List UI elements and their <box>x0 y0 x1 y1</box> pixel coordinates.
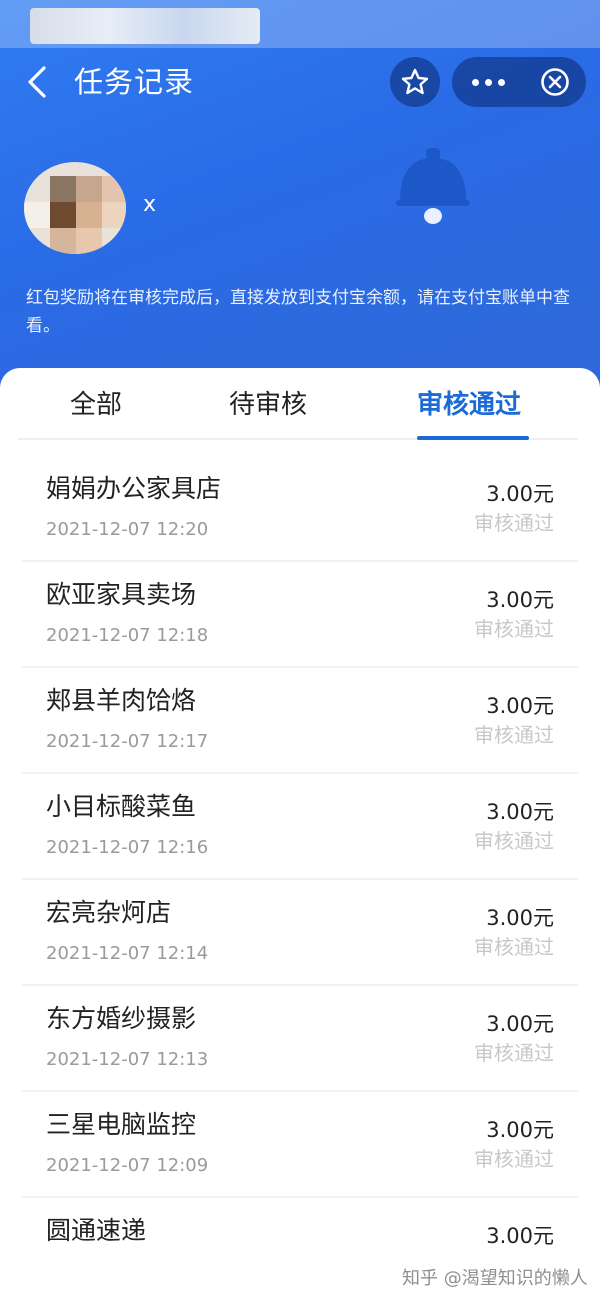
status-label: 审核通过 <box>474 617 554 641</box>
record-row[interactable]: 东方婚纱摄影 2021-12-07 12:13 3.00元 审核通过 <box>22 986 578 1092</box>
shop-name: 欧亚家具卖场 <box>46 580 197 609</box>
close-circle-icon <box>541 68 569 96</box>
reward-amount: 3.00元 <box>486 906 554 930</box>
tab-all[interactable]: 全部 <box>70 388 122 422</box>
tab-approved[interactable]: 审核通过 <box>417 388 521 422</box>
reward-amount: 3.00元 <box>486 694 554 718</box>
reward-amount: 3.00元 <box>486 1118 554 1142</box>
reward-amount: 3.00元 <box>486 800 554 824</box>
mini-app-capsule <box>452 57 586 107</box>
tab-pending[interactable]: 待审核 <box>229 388 307 422</box>
record-time: 2021-12-07 12:20 <box>46 519 209 540</box>
avatar-pixel <box>76 228 102 254</box>
record-time: 2021-12-07 12:16 <box>46 837 209 858</box>
avatar-pixel <box>102 176 126 202</box>
shop-name: 郏县羊肉饸烙 <box>46 686 197 715</box>
more-dot <box>497 78 505 86</box>
status-label: 审核通过 <box>474 723 554 747</box>
avatar-pixel <box>50 202 76 228</box>
close-button[interactable] <box>540 67 570 97</box>
record-time: 2021-12-07 12:18 <box>46 625 209 646</box>
shop-name: 三星电脑监控 <box>46 1110 197 1139</box>
shop-name: 宏亮杂炣店 <box>46 898 172 927</box>
status-bar <box>0 0 600 48</box>
status-label: 审核通过 <box>474 829 554 853</box>
username: x <box>143 192 157 217</box>
record-time: 2021-12-07 12:13 <box>46 1049 209 1070</box>
avatar-pixel <box>24 202 50 228</box>
more-button[interactable] <box>452 57 524 107</box>
shop-name: 娟娟办公家具店 <box>46 474 222 503</box>
record-time: 2021-12-07 12:14 <box>46 943 209 964</box>
tab-bar: 全部 待审核 审核通过 <box>18 368 578 440</box>
active-tab-indicator <box>417 436 529 440</box>
record-row[interactable]: 三星电脑监控 2021-12-07 12:09 3.00元 审核通过 <box>22 1092 578 1198</box>
avatar-pixel <box>102 202 126 228</box>
more-dot <box>484 78 492 86</box>
avatar-pixel <box>50 176 76 202</box>
chevron-left-icon <box>28 66 46 98</box>
avatar-pixel <box>76 176 102 202</box>
shop-name: 小目标酸菜鱼 <box>46 792 197 821</box>
record-row[interactable]: 郏县羊肉饸烙 2021-12-07 12:17 3.00元 审核通过 <box>22 668 578 774</box>
more-dots-icon <box>471 78 479 86</box>
notice-text: 红包奖励将在审核完成后，直接发放到支付宝余额，请在支付宝账单中查看。 <box>26 288 570 336</box>
header-banner: 任务记录 x 红包奖励将在审核完成后，直接发放到支付宝余额，请在支付宝账单中查看… <box>0 0 600 400</box>
record-list: 娟娟办公家具店 2021-12-07 12:20 3.00元 审核通过 欧亚家具… <box>22 456 578 1300</box>
reward-amount: 3.00元 <box>486 588 554 612</box>
shop-name: 东方婚纱摄影 <box>46 1004 197 1033</box>
favorite-button[interactable] <box>390 57 440 107</box>
nav-bar: 任务记录 <box>0 48 600 118</box>
record-row[interactable]: 欧亚家具卖场 2021-12-07 12:18 3.00元 审核通过 <box>22 562 578 668</box>
reward-amount: 3.00元 <box>486 482 554 506</box>
reward-amount: 3.00元 <box>486 1224 554 1248</box>
status-label: 审核通过 <box>474 935 554 959</box>
avatar-pixel <box>50 228 76 254</box>
watermark: 知乎 @渴望知识的懒人 <box>402 1268 588 1289</box>
records-card: 全部 待审核 审核通过 娟娟办公家具店 2021-12-07 12:20 3.0… <box>0 368 600 1300</box>
avatar-pixel <box>76 202 102 228</box>
record-row[interactable]: 宏亮杂炣店 2021-12-07 12:14 3.00元 审核通过 <box>22 880 578 986</box>
record-time: 2021-12-07 12:09 <box>46 1155 209 1176</box>
star-icon <box>401 68 429 95</box>
page-title: 任务记录 <box>74 65 195 99</box>
avatar <box>24 162 126 254</box>
back-button[interactable] <box>18 62 58 102</box>
status-bar-blur <box>30 8 260 44</box>
record-row[interactable]: 小目标酸菜鱼 2021-12-07 12:16 3.00元 审核通过 <box>22 774 578 880</box>
status-label: 审核通过 <box>474 1041 554 1065</box>
record-time: 2021-12-07 12:17 <box>46 731 209 752</box>
status-label: 审核通过 <box>474 1147 554 1171</box>
shop-name: 圆通速递 <box>46 1216 147 1245</box>
reward-amount: 3.00元 <box>486 1012 554 1036</box>
record-row[interactable]: 娟娟办公家具店 2021-12-07 12:20 3.00元 审核通过 <box>22 456 578 562</box>
status-label: 审核通过 <box>474 511 554 535</box>
bell-icon <box>396 148 470 224</box>
